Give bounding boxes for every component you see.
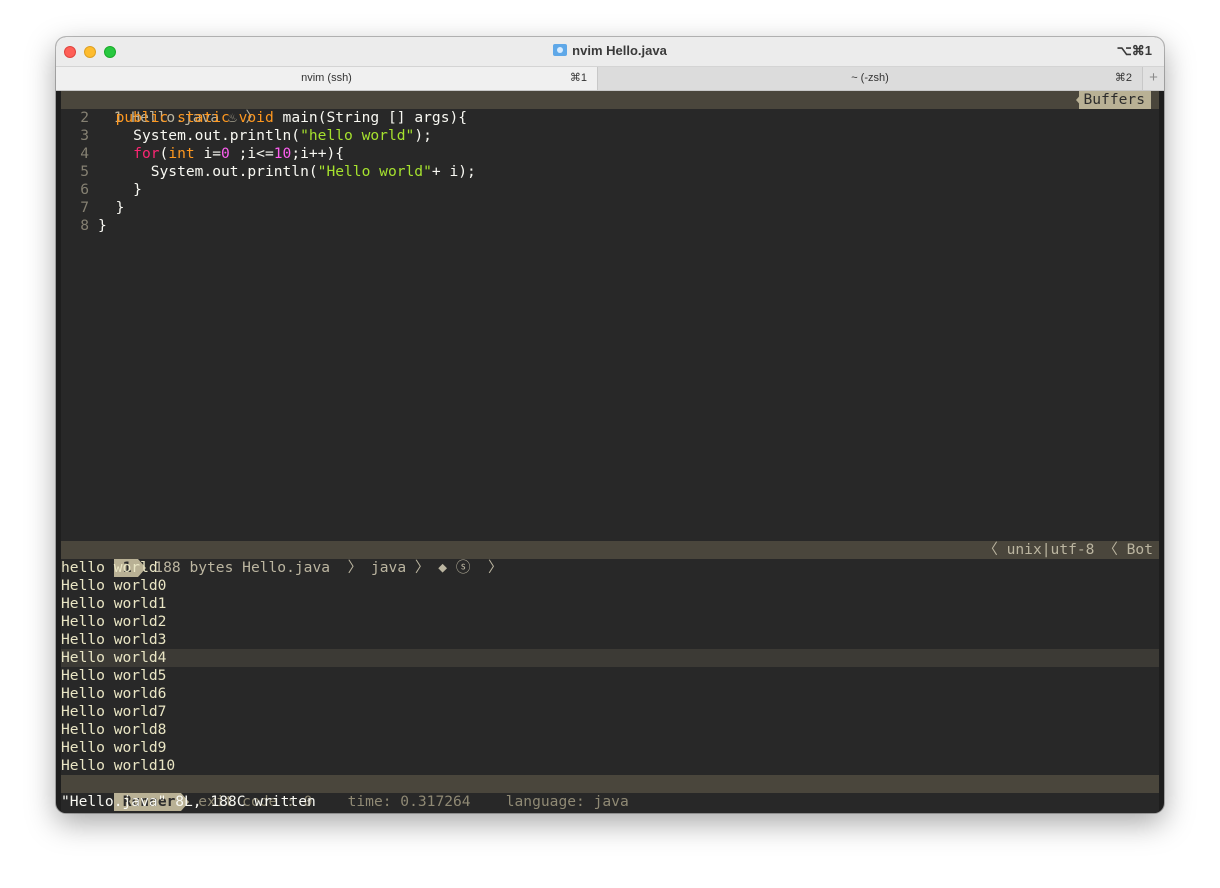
code-token: System.out.println(	[150, 163, 318, 180]
folder-icon	[553, 44, 568, 56]
vim-statusline: 1 188 bytes Hello.java 〉 java 〉 ◆ ⓢ 〉 〈 …	[61, 541, 1159, 577]
output-line[interactable]: Hello world8	[61, 721, 1159, 739]
line-number: 5	[80, 163, 89, 180]
command-line[interactable]: "Hello.java" 8L, 188C written	[61, 793, 1159, 811]
tab-zsh[interactable]: ~ (-zsh) ⌘2	[598, 67, 1143, 90]
output-line[interactable]: Hello world1	[61, 595, 1159, 613]
code-token: 0	[221, 145, 230, 162]
output-line[interactable]: Hello world7	[61, 703, 1159, 721]
code-token: i=	[194, 145, 222, 162]
code-token: int	[168, 145, 195, 162]
line-number: 7	[80, 199, 89, 216]
code-line[interactable]: 6 }	[61, 181, 1159, 199]
line-number: 6	[80, 181, 89, 198]
terminal-window: nvim Hello.java ⌥⌘1 nvim (ssh) ⌘1 ~ (-zs…	[56, 37, 1164, 813]
code-line[interactable]: 3 System.out.println("hello world");	[61, 127, 1159, 145]
code-token: }	[115, 199, 125, 216]
line-number: 2	[80, 109, 89, 126]
code-line[interactable]: 4 for(int i=0 ;i<=10;i++){	[61, 145, 1159, 163]
code-line[interactable]: 7 }	[61, 199, 1159, 217]
code-token: public	[115, 109, 169, 126]
output-line[interactable]: Hello world6	[61, 685, 1159, 703]
code-token: "Hello world"	[317, 163, 432, 180]
tab-label: nvim (ssh)	[301, 72, 352, 84]
code-token: + i);	[431, 163, 476, 180]
tab-label: ~ (-zsh)	[851, 72, 889, 84]
code-token: 10	[273, 145, 292, 162]
code-token: main(String [] args){	[273, 109, 468, 126]
code-token: void	[238, 109, 274, 126]
tab-shortcut: ⌘1	[569, 72, 587, 84]
output-line[interactable]: Hello world3	[61, 631, 1159, 649]
output-line[interactable]: Hello world9	[61, 739, 1159, 757]
tab-nvim-ssh[interactable]: nvim (ssh) ⌘1	[56, 67, 598, 90]
window-shortcut: ⌥⌘1	[1116, 43, 1152, 58]
code-token: ;i++){	[291, 145, 345, 162]
new-tab-button[interactable]: +	[1143, 67, 1164, 90]
code-token: "hello world"	[300, 127, 415, 144]
code-line[interactable]: 5 System.out.println("Hello world"+ i);	[61, 163, 1159, 181]
code-token: static	[177, 109, 230, 126]
terminal-content[interactable]: 1 Hello.java ♨ 〉 Buffers 2 public static…	[61, 91, 1159, 813]
window-title-text: nvim Hello.java	[572, 43, 667, 58]
runner-statusline: Runner exit code : 0 time: 0.317264 lang…	[61, 775, 1159, 811]
output-line[interactable]: Hello world4	[61, 649, 1159, 667]
code-token: (	[159, 145, 169, 162]
code-token: for	[133, 145, 160, 162]
buffers-label: Buffers	[1079, 91, 1151, 109]
line-number: 8	[80, 217, 89, 234]
tab-shortcut: ⌘2	[1114, 72, 1132, 84]
status-right: 〈 unix|utf-8 〈 Bot	[983, 541, 1153, 558]
code-token: }	[98, 217, 107, 234]
line-number: 4	[80, 145, 89, 162]
output-line[interactable]: hello world	[61, 559, 1159, 577]
window-title: nvim Hello.java	[56, 43, 1164, 58]
code-line[interactable]: 2 public static void main(String [] args…	[61, 109, 1159, 127]
output-line[interactable]: Hello world10	[61, 757, 1159, 775]
output-line[interactable]: Hello world2	[61, 613, 1159, 631]
output-line[interactable]: Hello world0	[61, 577, 1159, 595]
output-line[interactable]: Hello world5	[61, 667, 1159, 685]
code-token: ;i<=	[229, 145, 274, 162]
code-token: );	[414, 127, 432, 144]
code-line[interactable]: 8}	[61, 217, 1159, 235]
title-bar[interactable]: nvim Hello.java ⌥⌘1	[56, 37, 1164, 67]
line-number: 3	[80, 127, 89, 144]
code-token: System.out.println(	[133, 127, 301, 144]
tab-bar: nvim (ssh) ⌘1 ~ (-zsh) ⌘2 +	[56, 67, 1164, 91]
vim-tabline: 1 Hello.java ♨ 〉 Buffers	[61, 91, 1159, 126]
code-token: }	[133, 181, 142, 198]
